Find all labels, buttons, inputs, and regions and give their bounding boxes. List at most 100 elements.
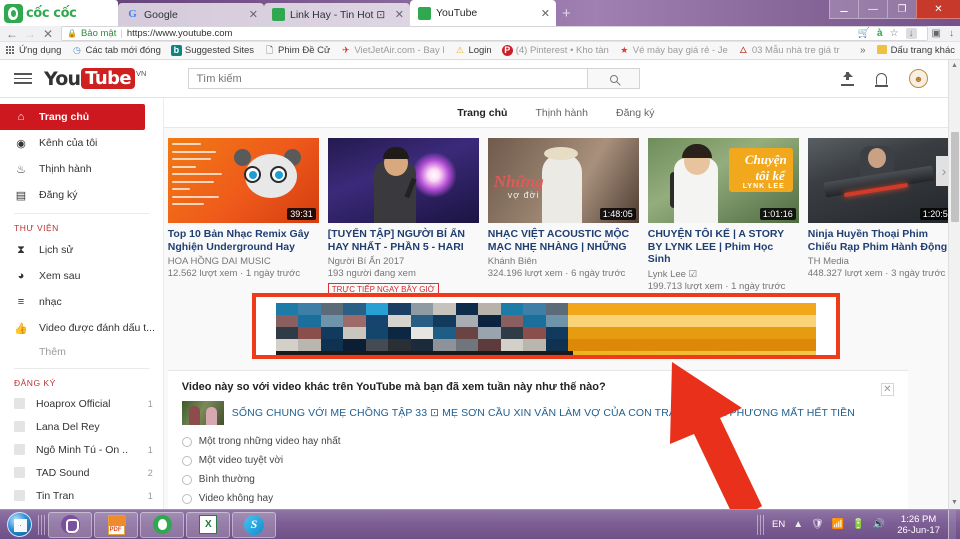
video-channel[interactable]: TH Media: [808, 256, 948, 267]
forward-button[interactable]: →: [21, 27, 39, 41]
video-card[interactable]: 1:20:53 Ninja Huyền Thoại Phim Chiếu Rạp…: [807, 138, 948, 297]
security-shield-icon[interactable]: 🛡: [811, 519, 824, 530]
youtube-logo[interactable]: You Tube VN: [44, 67, 146, 90]
star-icon[interactable]: ☆: [890, 28, 899, 39]
highlighted-banner-region[interactable]: [251, 293, 840, 359]
search-input[interactable]: [188, 68, 589, 89]
volume-icon[interactable]: 🔊: [873, 519, 885, 530]
sidebar-item-liked-videos[interactable]: 👍 Video được đánh dấu t...: [0, 315, 163, 341]
download-tray-icon[interactable]: ↓: [949, 28, 954, 39]
account-avatar[interactable]: ☻: [909, 69, 928, 88]
bookmark-ve-may-bay[interactable]: ★ Vé máy bay giá rẻ - Je: [614, 45, 733, 56]
upload-icon[interactable]: [841, 71, 854, 86]
network-signal-icon[interactable]: 📶: [832, 519, 844, 530]
user-account-button[interactable]: ⚊: [829, 0, 858, 19]
survey-option[interactable]: Video không hay: [181, 489, 894, 508]
video-thumbnail[interactable]: Chuyện tôi kể LYNK LEE 1:01:16: [647, 138, 799, 223]
bookmark-login[interactable]: ⚠ Login: [449, 45, 496, 56]
survey-video-title[interactable]: SỐNG CHUNG VỚI MẸ CHỒNG TẬP 33 ⊡ MẸ SƠN …: [232, 407, 855, 419]
tab-close-icon[interactable]: ✕: [249, 8, 258, 21]
bookmark-phim-de-cu[interactable]: 🗋 Phim Đề Cử: [259, 45, 335, 56]
stop-button[interactable]: ✕: [39, 27, 57, 41]
sidebar-item-my-channel[interactable]: ◉ Kênh của tôi: [0, 130, 163, 156]
download-icon[interactable]: ↓: [905, 28, 917, 39]
tab-trang-chu[interactable]: Trang chủ: [457, 107, 507, 119]
sidebar-subscription-item[interactable]: Ngô Minh Tú - On .. 1: [0, 438, 163, 461]
extension-icon[interactable]: ▣: [932, 28, 941, 39]
bookmark-apps[interactable]: Ứng dụng: [0, 45, 66, 56]
tab-close-icon[interactable]: ✕: [541, 7, 550, 20]
sidebar-item-music[interactable]: ≡ nhạc: [0, 289, 163, 315]
browser-tab-google[interactable]: G Google ✕: [118, 3, 264, 26]
scroll-up-button[interactable]: ▲: [949, 60, 960, 72]
tab-dang-ky[interactable]: Đăng ký: [616, 107, 655, 119]
sidebar-item-history[interactable]: ⧗ Lịch sử: [0, 237, 163, 263]
bookmark-recent-tabs[interactable]: ◷ Các tab mới đóng: [66, 45, 165, 56]
minimize-button[interactable]: —: [858, 0, 887, 19]
guide-menu-icon[interactable]: [14, 73, 32, 84]
radio-icon[interactable]: [181, 474, 192, 485]
taskbar-grip[interactable]: [38, 514, 45, 535]
tray-overflow-icon[interactable]: ▲: [793, 519, 803, 530]
sidebar-subscription-item[interactable]: Hoaprox Official 1: [0, 392, 163, 415]
video-title[interactable]: NHẠC VIỆT ACOUSTIC MỘC MẠC NHẸ NHÀNG | N…: [488, 228, 639, 253]
shelf-next-button[interactable]: ›: [936, 156, 948, 186]
tab-thinh-hanh[interactable]: Thịnh hành: [535, 107, 588, 119]
sidebar-item-trending[interactable]: ♨ Thịnh hành: [0, 156, 163, 182]
sidebar-subscription-item[interactable]: Tin Tran 1: [0, 484, 163, 507]
radio-icon[interactable]: [181, 455, 192, 466]
search-button[interactable]: [588, 68, 641, 89]
taskbar-item-excel[interactable]: [186, 511, 230, 538]
cart-icon[interactable]: 🛒: [858, 28, 870, 39]
sidebar-item-home[interactable]: ⌂ Trang chủ: [0, 104, 145, 130]
survey-option[interactable]: Một trong những video hay nhất: [181, 432, 894, 451]
sidebar-subscription-item[interactable]: Lana Del Rey: [0, 415, 163, 438]
scrollbar-thumb[interactable]: [951, 132, 959, 222]
video-card[interactable]: Chuyện tôi kể LYNK LEE 1:01:16 CHUYỆN TÔ…: [647, 138, 799, 297]
taskbar-item-coccoc[interactable]: [140, 511, 184, 538]
notifications-bell-icon[interactable]: [874, 72, 888, 87]
video-thumbnail[interactable]: 39:31: [167, 138, 319, 223]
browser-tab-linkhay[interactable]: Link Hay - Tin Hot ⊡ ✕: [264, 3, 410, 26]
tray-grip[interactable]: [757, 514, 765, 535]
start-button[interactable]: [2, 511, 36, 539]
video-thumbnail[interactable]: [327, 138, 479, 223]
taskbar-clock[interactable]: 1:26 PM 26-Jun-17: [893, 514, 940, 536]
video-thumbnail[interactable]: 1:20:53: [807, 138, 948, 223]
bookmark-suggested-sites[interactable]: b Suggested Sites: [166, 45, 259, 56]
new-tab-button[interactable]: +: [562, 5, 571, 22]
video-title[interactable]: CHUYỆN TÔI KỂ | A STORY BY LYNK LEE | Ph…: [648, 228, 799, 266]
video-title[interactable]: [TUYỂN TẬP] NGƯỜI BÍ ẨN HAY NHẤT - PHẦN …: [328, 228, 479, 253]
video-channel[interactable]: Khánh Biên: [488, 256, 639, 267]
video-channel[interactable]: Lynk Lee ☑: [648, 269, 799, 280]
url-omnibox[interactable]: 🔒 Bảo mật | https://www.youtube.com 🛒 à …: [61, 26, 928, 41]
survey-close-icon[interactable]: ✕: [880, 383, 894, 396]
sidebar-item-watch-later[interactable]: ◕ Xem sau: [0, 263, 163, 289]
video-title[interactable]: Ninja Huyền Thoại Phim Chiếu Rạp Phim Hà…: [808, 228, 948, 253]
back-button[interactable]: ←: [3, 27, 21, 41]
battery-icon[interactable]: 🔋: [852, 519, 864, 530]
bookmark-pinterest[interactable]: P (4) Pinterest • Kho tàn: [497, 45, 614, 56]
taskbar-item-pdf[interactable]: PDF: [94, 511, 138, 538]
sidebar-more-button[interactable]: Thêm: [0, 341, 163, 363]
browser-tab-youtube[interactable]: YouTube ✕: [410, 0, 556, 26]
radio-icon[interactable]: [181, 436, 192, 447]
video-card[interactable]: 39:31 Top 10 Bản Nhạc Remix Gây Nghiện U…: [167, 138, 319, 297]
sidebar-subscription-item[interactable]: TAD Sound 2: [0, 461, 163, 484]
sidebar-item-subscriptions[interactable]: ▤ Đăng ký: [0, 182, 163, 208]
video-card[interactable]: [TUYỂN TẬP] NGƯỜI BÍ ẨN HAY NHẤT - PHẦN …: [327, 138, 479, 297]
taskbar-item-skype[interactable]: S: [232, 511, 276, 538]
bookmark-vietjetair[interactable]: ✈ VietJetAir.com - Bay l: [335, 45, 449, 56]
accent-icon[interactable]: à: [877, 28, 883, 39]
survey-option[interactable]: Bình thường: [181, 470, 894, 489]
video-card[interactable]: Những vợ đời 1:48:05 NHẠC VIỆT ACOUSTIC …: [487, 138, 639, 297]
video-thumbnail[interactable]: Những vợ đời 1:48:05: [487, 138, 639, 223]
close-window-button[interactable]: ✕: [916, 0, 960, 19]
video-title[interactable]: Top 10 Bản Nhạc Remix Gây Nghiện Undergr…: [168, 228, 319, 253]
bookmarks-overflow-button[interactable]: »: [854, 45, 872, 56]
show-desktop-button[interactable]: [948, 509, 956, 539]
survey-video-row[interactable]: SỐNG CHUNG VỚI MẸ CHỒNG TẬP 33 ⊡ MẸ SƠN …: [181, 401, 894, 425]
tab-close-icon[interactable]: ✕: [395, 8, 404, 21]
taskbar-item-viber[interactable]: [48, 511, 92, 538]
other-bookmarks-folder[interactable]: Dấu trang khác: [872, 45, 960, 56]
